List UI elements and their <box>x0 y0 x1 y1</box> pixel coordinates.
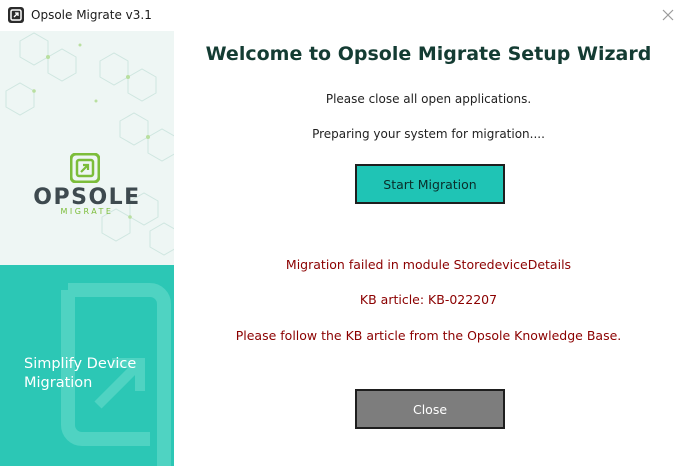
window-title: Opsole Migrate v3.1 <box>31 8 152 22</box>
start-migration-button[interactable]: Start Migration <box>355 164 505 204</box>
opsole-logo-icon <box>70 153 100 183</box>
side-panel: OPSOLE MIGRATE Simplify Device Migration <box>0 31 174 466</box>
error-kb-text: KB article: KB-022207 <box>359 292 498 307</box>
close-icon[interactable] <box>658 5 678 25</box>
close-button-label: Close <box>412 401 448 417</box>
error-followup-text: Please follow the KB article from the Op… <box>235 328 622 343</box>
app-icon <box>8 7 24 23</box>
page-title: Welcome to Opsole Migrate Setup Wizard <box>205 43 652 65</box>
start-migration-label: Start Migration <box>383 176 477 192</box>
status-text: Preparing your system for migration.... <box>312 127 545 141</box>
hexagon-pattern <box>5 32 174 256</box>
tagline-line-1: Simplify Device <box>24 356 137 372</box>
side-panel-top: OPSOLE MIGRATE <box>0 31 174 265</box>
title-bar: Opsole Migrate v3.1 <box>0 0 683 31</box>
tagline-line-2: Migration <box>24 375 93 391</box>
instruction-text: Please close all open applications. <box>325 92 532 106</box>
close-button[interactable]: Close <box>355 389 505 429</box>
error-module-text: Migration failed in module StoredeviceDe… <box>285 257 572 272</box>
logo-subtitle: MIGRATE <box>60 207 114 216</box>
sidebar-tagline: Simplify Device Migration <box>24 355 136 393</box>
